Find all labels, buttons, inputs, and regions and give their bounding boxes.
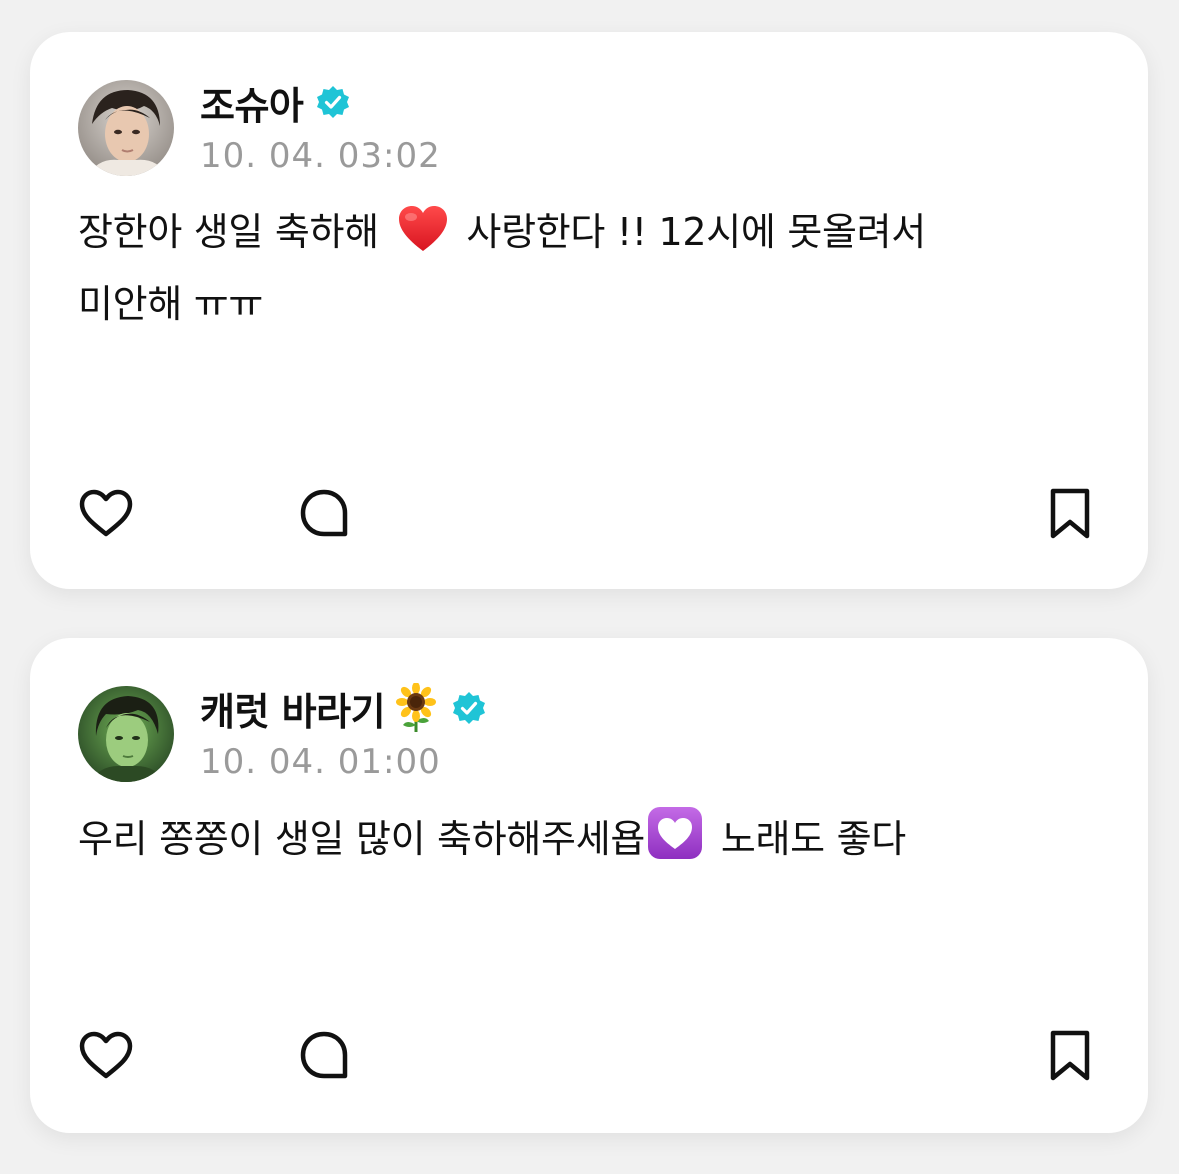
post-timestamp: 10. 04. 01:00 <box>200 742 441 782</box>
post-text-line-1: 우리 쫑쫑이 생일 많이 축하해주세욥 노래도 좋다 <box>78 806 1068 879</box>
like-button[interactable] <box>76 484 136 544</box>
heart-decoration-icon <box>647 806 703 879</box>
sunflower-icon <box>393 683 439 733</box>
username[interactable]: 캐럿 바라기 <box>200 681 386 736</box>
author-row: 조슈아 <box>200 74 351 130</box>
speech-bubble-icon <box>300 1031 348 1079</box>
post-text-segment: 우리 쫑쫑이 생일 많이 축하해주세욥 <box>78 817 646 861</box>
verified-badge-icon <box>451 690 487 726</box>
like-button[interactable] <box>76 1026 136 1086</box>
red-heart-icon <box>397 205 449 272</box>
post-timestamp: 10. 04. 03:02 <box>200 136 441 176</box>
post-text-segment: 노래도 좋다 <box>720 817 906 861</box>
post-card: 조슈아 10. 04. 03:02 장한아 생일 축하해 사랑한다 !! 12시… <box>30 32 1148 589</box>
verified-badge-icon <box>315 84 351 120</box>
speech-bubble-icon <box>300 489 348 537</box>
post-body: 장한아 생일 축하해 사랑한다 !! 12시에 못올려서 미안해 ㅠㅠ <box>78 200 1068 336</box>
post-text-segment: 장한아 생일 축하해 <box>78 210 379 254</box>
post-text-segment: 사랑한다 !! 12시에 못올려서 <box>466 210 926 254</box>
post-body: 우리 쫑쫑이 생일 많이 축하해주세욥 노래도 좋다 <box>78 806 1068 879</box>
post-text-line-2: 미안해 ㅠㅠ <box>78 282 264 326</box>
comment-button[interactable] <box>294 484 354 544</box>
bookmark-button[interactable] <box>1040 1026 1100 1086</box>
heart-outline-icon <box>79 489 133 537</box>
avatar-photo <box>78 80 174 176</box>
bookmark-button[interactable] <box>1040 484 1100 544</box>
post-text-line-1: 장한아 생일 축하해 사랑한다 !! 12시에 못올려서 <box>78 200 1068 272</box>
heart-outline-icon <box>79 1031 133 1079</box>
username[interactable]: 조슈아 <box>200 75 304 130</box>
bookmark-icon <box>1050 488 1090 539</box>
avatar-photo <box>78 686 174 782</box>
comment-button[interactable] <box>294 1026 354 1086</box>
avatar[interactable] <box>78 686 174 782</box>
bookmark-icon <box>1050 1030 1090 1081</box>
post-card: 캐럿 바라기 10. 04. 01:00 우리 쫑쫑이 생일 많이 축하해주세욥… <box>30 638 1148 1133</box>
author-row: 캐럿 바라기 <box>200 680 487 736</box>
avatar[interactable] <box>78 80 174 176</box>
